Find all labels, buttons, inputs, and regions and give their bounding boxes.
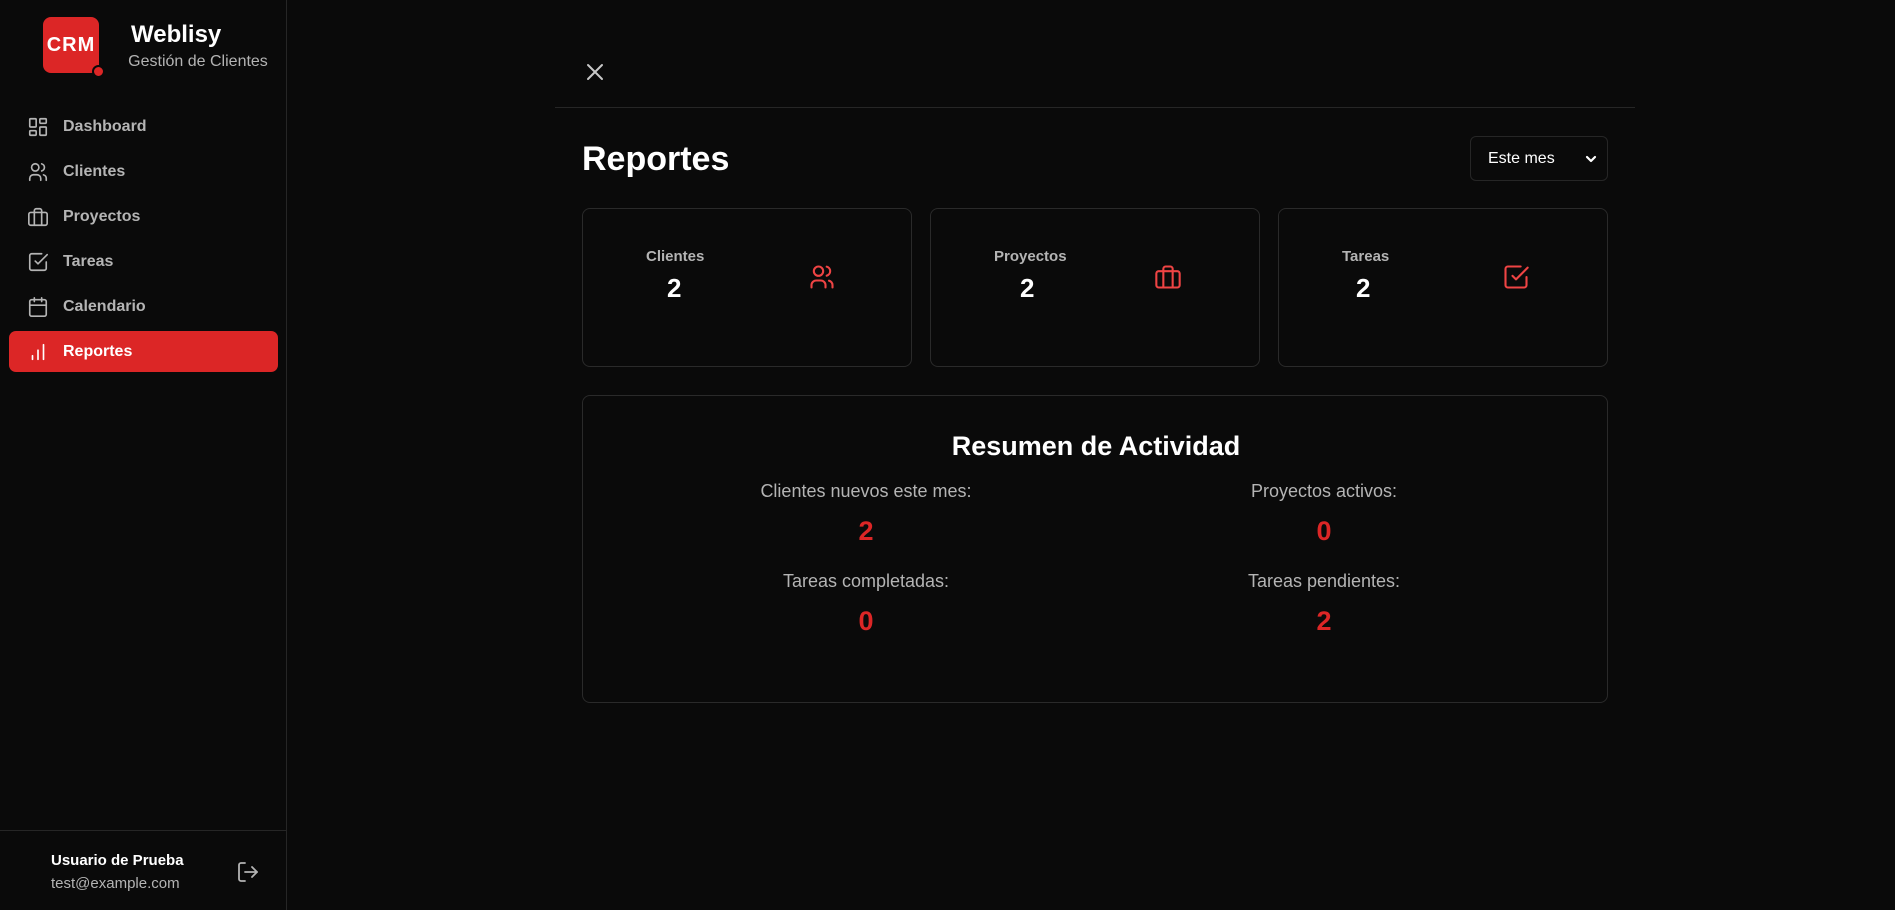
summary-label: Clientes nuevos este mes: bbox=[760, 481, 972, 501]
check-square-icon bbox=[27, 251, 49, 273]
user-name: Usuario de Prueba bbox=[51, 852, 184, 869]
stat-value: 2 bbox=[1020, 273, 1035, 303]
stat-label: Clientes bbox=[646, 248, 705, 265]
page-title: Reportes bbox=[582, 140, 730, 178]
briefcase-icon bbox=[27, 206, 49, 228]
calendar-icon bbox=[27, 296, 49, 318]
summary-item: Tareas pendientes: 2 bbox=[1154, 571, 1494, 637]
period-select[interactable]: Este mes bbox=[1470, 136, 1608, 181]
header-divider bbox=[555, 107, 1635, 108]
sidebar: CRM Weblisy Gestión de Clientes Dashboar… bbox=[0, 0, 287, 910]
stat-label: Proyectos bbox=[994, 248, 1067, 265]
sidebar-item-reportes[interactable]: Reportes bbox=[9, 331, 278, 372]
app: CRM Weblisy Gestión de Clientes Dashboar… bbox=[0, 0, 1895, 910]
close-icon[interactable] bbox=[583, 60, 607, 84]
sidebar-item-clientes[interactable]: Clientes bbox=[9, 151, 278, 192]
user-panel: Usuario de Prueba test@example.com bbox=[0, 830, 286, 910]
users-icon bbox=[808, 263, 836, 291]
stat-value: 2 bbox=[667, 273, 682, 303]
summary-item: Tareas completadas: 0 bbox=[696, 571, 1036, 637]
check-square-icon bbox=[1502, 263, 1530, 291]
stat-card-proyectos: Proyectos 2 bbox=[930, 208, 1260, 367]
summary-value: 2 bbox=[1316, 606, 1332, 636]
user-email: test@example.com bbox=[51, 875, 180, 892]
activity-summary: Resumen de Actividad Clientes nuevos est… bbox=[582, 395, 1608, 703]
brand-name: Weblisy bbox=[131, 21, 222, 48]
summary-title: Resumen de Actividad bbox=[951, 431, 1241, 461]
stat-card-clientes: Clientes 2 bbox=[582, 208, 912, 367]
summary-label: Proyectos activos: bbox=[1250, 481, 1398, 501]
sidebar-item-label: Clientes bbox=[63, 162, 126, 180]
stat-value: 2 bbox=[1356, 273, 1371, 303]
summary-value: 0 bbox=[858, 606, 874, 636]
summary-label: Tareas pendientes: bbox=[1247, 571, 1401, 591]
sidebar-nav: Dashboard Clientes Proyectos Tareas Cale… bbox=[9, 106, 278, 376]
dashboard-icon bbox=[27, 116, 49, 138]
users-icon bbox=[27, 161, 49, 183]
logo-dot bbox=[92, 65, 105, 78]
sidebar-item-calendario[interactable]: Calendario bbox=[9, 286, 278, 327]
summary-value: 2 bbox=[858, 516, 874, 546]
sidebar-item-tareas[interactable]: Tareas bbox=[9, 241, 278, 282]
stat-card-tareas: Tareas 2 bbox=[1278, 208, 1608, 367]
sidebar-item-label: Reportes bbox=[63, 342, 133, 360]
summary-label: Tareas completadas: bbox=[782, 571, 950, 591]
period-select-value: Este mes bbox=[1488, 149, 1555, 167]
stat-label: Tareas bbox=[1342, 248, 1390, 265]
briefcase-icon bbox=[1154, 263, 1182, 291]
brand: CRM Weblisy Gestión de Clientes bbox=[43, 17, 283, 79]
sidebar-item-label: Calendario bbox=[63, 297, 146, 315]
summary-value: 0 bbox=[1316, 516, 1332, 546]
summary-item: Clientes nuevos este mes: 2 bbox=[696, 481, 1036, 547]
sidebar-item-label: Dashboard bbox=[63, 117, 147, 135]
summary-item: Proyectos activos: 0 bbox=[1154, 481, 1494, 547]
sidebar-item-label: Tareas bbox=[63, 252, 114, 270]
logout-icon[interactable] bbox=[236, 860, 260, 884]
chevron-down-icon bbox=[1585, 152, 1597, 164]
sidebar-item-proyectos[interactable]: Proyectos bbox=[9, 196, 278, 237]
sidebar-item-dashboard[interactable]: Dashboard bbox=[9, 106, 278, 147]
brand-subtitle: Gestión de Clientes bbox=[128, 53, 268, 70]
sidebar-item-label: Proyectos bbox=[63, 207, 141, 225]
bar-chart-icon bbox=[27, 341, 49, 363]
crm-logo: CRM bbox=[43, 17, 99, 73]
